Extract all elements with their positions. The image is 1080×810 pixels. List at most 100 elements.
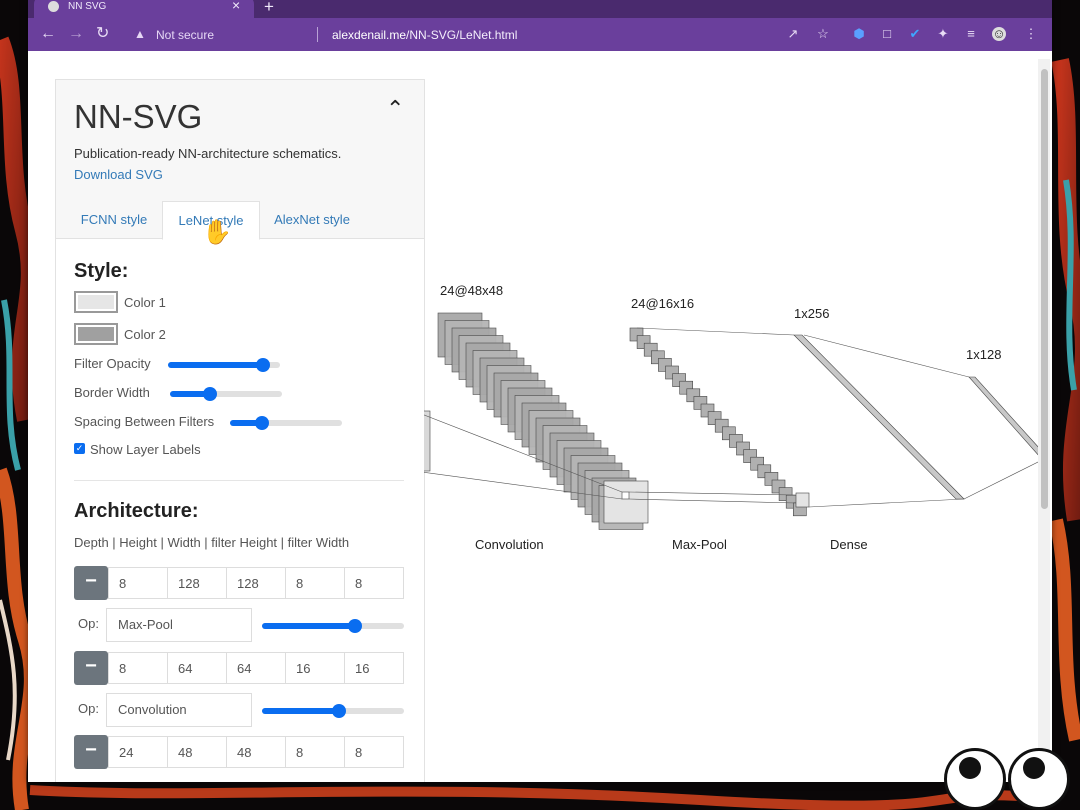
height-input[interactable]: 48: [167, 736, 227, 768]
page-content: NN-SVG ⌃ Publication-ready NN-architectu…: [28, 51, 1052, 782]
spacing-slider[interactable]: [230, 416, 342, 430]
filter-opacity-label: Filter Opacity: [74, 356, 151, 371]
depth-input[interactable]: 8: [108, 567, 168, 599]
scrollbar-thumb[interactable]: [1041, 69, 1048, 509]
filter-opacity-thumb[interactable]: [256, 358, 270, 372]
extension-check-icon[interactable]: ✔: [908, 27, 922, 41]
filter-height-input[interactable]: 8: [285, 736, 345, 768]
connection-line: [803, 334, 970, 378]
layer-label: 24@16x16: [631, 296, 694, 311]
star-icon[interactable]: ☆: [816, 27, 830, 41]
share-icon[interactable]: ↗: [786, 27, 800, 41]
dense-256-slab: [793, 334, 965, 500]
border-width-thumb[interactable]: [203, 387, 217, 401]
left-eye: [944, 748, 1006, 810]
color1-label: Color 1: [124, 295, 166, 310]
profile-avatar-icon[interactable]: ☺: [992, 27, 1006, 41]
filter-opacity-slider[interactable]: [168, 358, 280, 372]
op-label: Convolution: [475, 537, 544, 552]
op-label: Max-Pool: [672, 537, 727, 552]
extensions-puzzle-icon[interactable]: ✦: [936, 27, 950, 41]
op-slider-thumb[interactable]: [332, 704, 346, 718]
download-svg-link[interactable]: Download SVG: [74, 167, 163, 182]
menu-kebab-icon[interactable]: ⋮: [1024, 27, 1038, 41]
width-input[interactable]: 128: [226, 567, 286, 599]
googly-eyes-overlay: [940, 740, 1080, 810]
lenet-diagram: 24@48x48 24@16x16 1x256 1x128 Convolution Max…: [424, 283, 1040, 552]
op-slider-thumb[interactable]: [348, 619, 362, 633]
layer-label: 1x256: [794, 306, 829, 321]
remove-layer-button[interactable]: −: [74, 566, 108, 600]
remove-layer-button[interactable]: −: [74, 651, 108, 685]
color2-swatch[interactable]: [74, 323, 118, 345]
panel-header: NN-SVG ⌃ Publication-ready NN-architectu…: [56, 80, 424, 240]
op-slider[interactable]: [262, 619, 404, 633]
address-bar[interactable]: ▲ Not secure alexdenail.me/NN-SVG/LeNet.…: [124, 22, 1036, 48]
show-labels-checkbox[interactable]: ✓: [74, 443, 85, 454]
color2-fill: [78, 327, 114, 341]
section-divider: [74, 480, 404, 481]
globe-icon: [48, 1, 59, 12]
connection-line: [808, 498, 965, 508]
filter-opacity-fill: [168, 362, 263, 368]
address-divider: [317, 27, 318, 42]
depth-input[interactable]: 8: [108, 652, 168, 684]
tab-title: NN SVG: [68, 1, 107, 12]
forward-icon[interactable]: →: [68, 25, 84, 43]
show-labels-label: Show Layer Labels: [90, 442, 201, 457]
depth-input[interactable]: 24: [108, 736, 168, 768]
page-scrollbar[interactable]: [1038, 59, 1050, 774]
extension-shield-icon[interactable]: ⬢: [852, 27, 866, 41]
layer-label: 1x128: [966, 347, 1001, 362]
filter-height-input[interactable]: 8: [285, 567, 345, 599]
color1-fill: [78, 295, 114, 309]
height-input[interactable]: 64: [167, 652, 227, 684]
close-tab-icon[interactable]: ×: [232, 0, 240, 13]
connection-line: [963, 460, 1040, 500]
reading-list-icon[interactable]: ≡: [964, 27, 978, 41]
reload-icon[interactable]: ↻: [96, 25, 109, 43]
url-path: /NN-SVG/LeNet.html: [406, 28, 518, 42]
back-icon[interactable]: ←: [40, 25, 56, 43]
width-input[interactable]: 48: [226, 736, 286, 768]
filter-width-input[interactable]: 8: [344, 567, 404, 599]
filter-height-input[interactable]: 16: [285, 652, 345, 684]
conv-kernel-marker: [621, 491, 630, 500]
input-layer-block: [424, 410, 431, 472]
extension-square-icon[interactable]: □: [880, 27, 894, 41]
tagline: Publication-ready NN-architecture schema…: [74, 146, 342, 161]
tab-alexnet[interactable]: AlexNet style: [264, 201, 360, 238]
op-slider-fill: [262, 623, 354, 629]
collapse-chevron-icon[interactable]: ⌃: [386, 96, 404, 122]
height-input[interactable]: 128: [167, 567, 227, 599]
color2-label: Color 2: [124, 327, 166, 342]
right-eye: [1008, 748, 1070, 810]
op-field[interactable]: Convolution: [106, 693, 252, 727]
op-label: Dense: [830, 537, 868, 552]
spacing-thumb[interactable]: [255, 416, 269, 430]
url-text[interactable]: alexdenail.me/NN-SVG/LeNet.html: [332, 28, 517, 42]
url-domain: alexdenail.me: [332, 28, 407, 42]
filter-width-input[interactable]: 16: [344, 652, 404, 684]
security-label[interactable]: Not secure: [156, 28, 214, 42]
border-width-slider[interactable]: [170, 387, 282, 401]
style-heading: Style:: [74, 260, 129, 282]
op-slider-fill: [262, 708, 338, 714]
op-slider[interactable]: [262, 704, 404, 718]
remove-layer-button[interactable]: −: [74, 735, 108, 769]
control-panel: NN-SVG ⌃ Publication-ready NN-architectu…: [55, 79, 425, 782]
right-pupil: [1023, 757, 1045, 779]
width-input[interactable]: 64: [226, 652, 286, 684]
browser-tab[interactable]: NN SVG ×: [34, 0, 254, 18]
warning-icon[interactable]: ▲: [134, 27, 146, 41]
color1-swatch[interactable]: [74, 291, 118, 313]
filter-width-input[interactable]: 8: [344, 736, 404, 768]
connection-line: [636, 327, 795, 336]
op-field[interactable]: Max-Pool: [106, 608, 252, 642]
spacing-label: Spacing Between Filters: [74, 414, 215, 429]
new-tab-button[interactable]: +: [264, 0, 274, 17]
tab-fcnn[interactable]: FCNN style: [74, 201, 154, 238]
browser-window: NN SVG × + ← → ↻ ▲ Not secure alexdenail…: [28, 0, 1052, 782]
dense-128-slab: [968, 376, 1040, 458]
layer-label: 24@48x48: [440, 283, 503, 298]
